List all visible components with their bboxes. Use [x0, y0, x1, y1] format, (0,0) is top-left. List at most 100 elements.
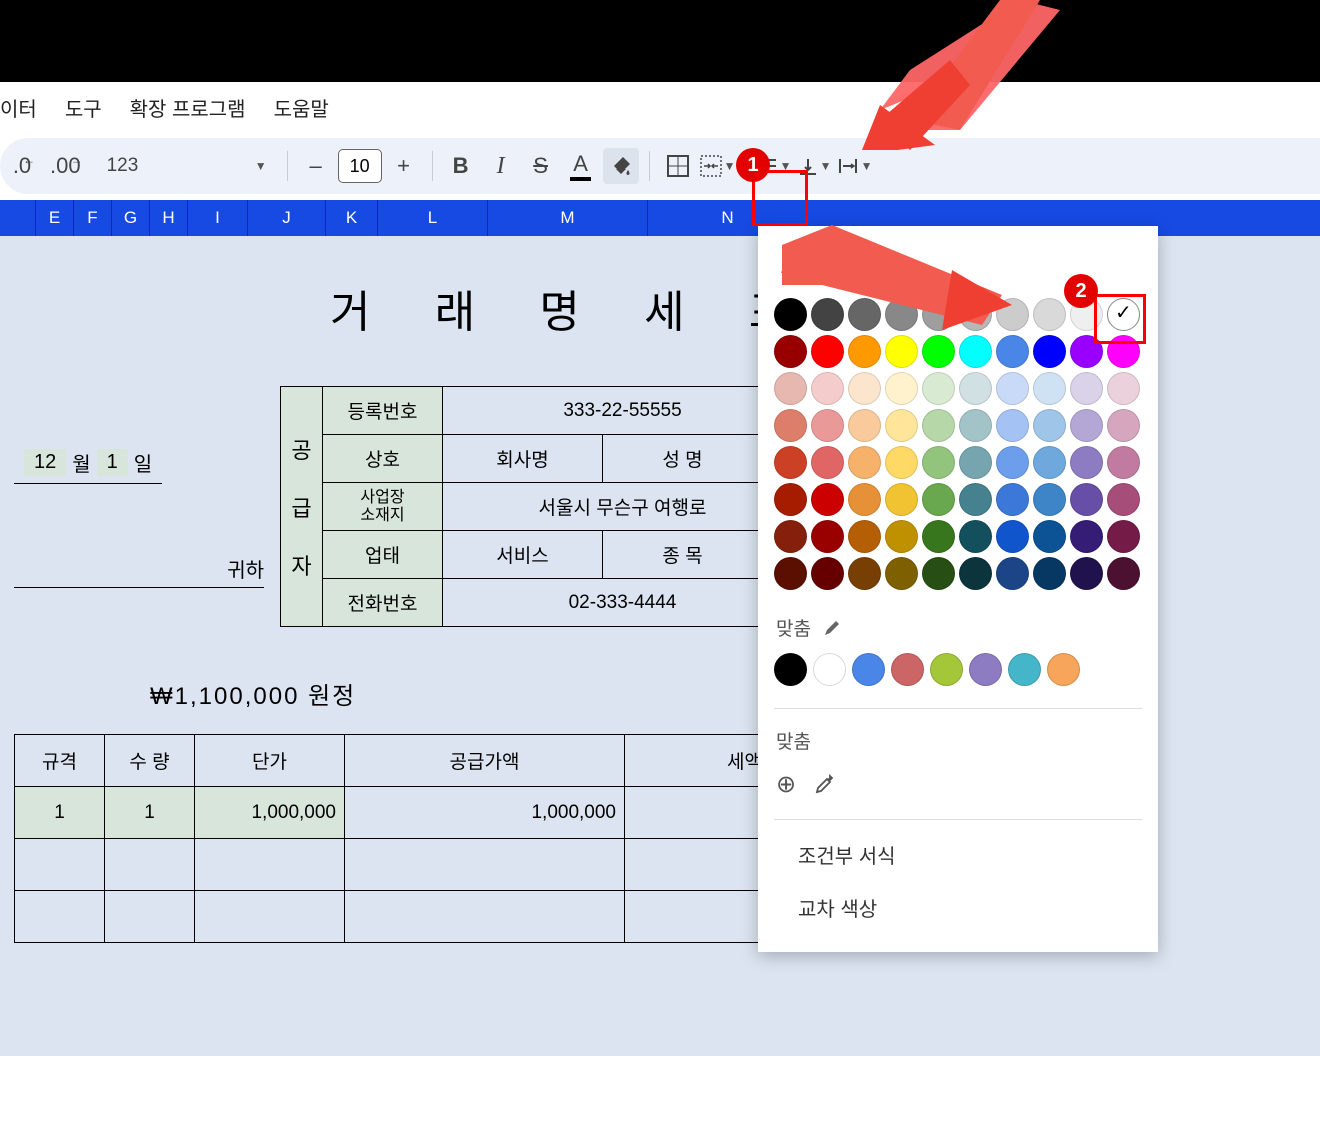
color-swatch[interactable] [996, 446, 1029, 479]
color-swatch[interactable] [848, 557, 881, 590]
color-swatch[interactable] [1107, 557, 1140, 590]
color-swatch[interactable] [1070, 557, 1103, 590]
color-swatch[interactable] [1070, 446, 1103, 479]
color-swatch[interactable] [996, 483, 1029, 516]
color-swatch[interactable] [996, 335, 1029, 368]
fontsize-increase-button[interactable]: + [386, 148, 422, 184]
color-swatch[interactable] [848, 409, 881, 442]
custom-color-swatch[interactable] [930, 653, 963, 686]
add-color-button[interactable]: ⊕ [776, 770, 796, 799]
value-biztype[interactable]: 서비스 [443, 531, 603, 579]
color-swatch[interactable] [1107, 520, 1140, 553]
pencil-icon[interactable] [823, 619, 841, 637]
color-swatch[interactable] [922, 557, 955, 590]
bold-button[interactable]: B [443, 148, 479, 184]
color-swatch[interactable] [959, 483, 992, 516]
color-swatch[interactable] [1070, 483, 1103, 516]
color-swatch[interactable] [885, 372, 918, 405]
color-swatch[interactable] [922, 372, 955, 405]
col-blank[interactable] [0, 200, 36, 236]
value-company[interactable]: 회사명 [443, 435, 603, 483]
col-F[interactable]: F [74, 200, 112, 236]
decimal-increase-button[interactable]: .0← [10, 148, 46, 184]
color-swatch[interactable] [811, 520, 844, 553]
color-swatch[interactable] [885, 409, 918, 442]
value-regno[interactable]: 333-22-55555 [443, 387, 803, 435]
eyedropper-icon[interactable] [812, 774, 834, 796]
col-I[interactable]: I [188, 200, 248, 236]
color-swatch[interactable] [1107, 372, 1140, 405]
th-price[interactable]: 단가 [195, 735, 345, 787]
decimal-decrease-button[interactable]: .00→ [50, 148, 93, 184]
color-swatch[interactable] [959, 446, 992, 479]
color-swatch[interactable] [774, 557, 807, 590]
color-swatch[interactable] [885, 520, 918, 553]
color-swatch[interactable] [774, 446, 807, 479]
color-swatch[interactable] [922, 483, 955, 516]
color-swatch[interactable] [1033, 409, 1066, 442]
table-row[interactable]: 1 1 1,000,000 1,000,000 [15, 787, 865, 839]
table-row[interactable] [15, 839, 865, 891]
th-qty[interactable]: 수 량 [105, 735, 195, 787]
color-swatch[interactable] [848, 372, 881, 405]
menu-data[interactable]: 이터 [0, 93, 37, 122]
date-month[interactable]: 12 [24, 449, 66, 476]
custom-color-swatch[interactable] [891, 653, 924, 686]
color-swatch[interactable] [922, 409, 955, 442]
italic-button[interactable]: I [483, 148, 519, 184]
merge-cells-button[interactable]: ▼ [700, 148, 736, 184]
color-swatch[interactable] [1107, 409, 1140, 442]
table-row[interactable] [15, 891, 865, 943]
menu-tools[interactable]: 도구 [65, 93, 102, 122]
col-E[interactable]: E [36, 200, 74, 236]
color-swatch[interactable] [885, 446, 918, 479]
color-swatch[interactable] [1033, 557, 1066, 590]
custom-color-swatch[interactable] [1047, 653, 1080, 686]
color-swatch[interactable] [1070, 409, 1103, 442]
color-swatch[interactable] [885, 335, 918, 368]
custom-color-swatch[interactable] [813, 653, 846, 686]
th-spec[interactable]: 규격 [15, 735, 105, 787]
color-swatch[interactable] [885, 557, 918, 590]
color-swatch[interactable] [959, 520, 992, 553]
color-swatch[interactable] [811, 446, 844, 479]
custom-color-swatch[interactable] [969, 653, 1002, 686]
color-swatch[interactable] [922, 446, 955, 479]
color-swatch[interactable] [1033, 483, 1066, 516]
value-tel[interactable]: 02-333-4444 [443, 579, 803, 627]
color-swatch[interactable] [885, 483, 918, 516]
color-swatch[interactable] [996, 372, 1029, 405]
col-J[interactable]: J [248, 200, 326, 236]
color-swatch[interactable] [1033, 335, 1066, 368]
strikethrough-button[interactable]: S [523, 148, 559, 184]
color-swatch[interactable] [1033, 520, 1066, 553]
color-swatch[interactable] [848, 520, 881, 553]
color-swatch[interactable] [996, 557, 1029, 590]
color-swatch[interactable] [996, 409, 1029, 442]
color-swatch[interactable] [959, 409, 992, 442]
color-swatch[interactable] [811, 483, 844, 516]
color-swatch[interactable] [774, 520, 807, 553]
col-L[interactable]: L [378, 200, 488, 236]
color-swatch[interactable] [1033, 372, 1066, 405]
color-swatch[interactable] [996, 520, 1029, 553]
conditional-format-link[interactable]: 조건부 서식 [774, 828, 1142, 881]
color-swatch[interactable] [774, 409, 807, 442]
custom-color-swatch[interactable] [774, 653, 807, 686]
col-M[interactable]: M [488, 200, 648, 236]
custom-color-swatch[interactable] [1008, 653, 1041, 686]
color-swatch[interactable] [959, 372, 992, 405]
color-swatch[interactable] [922, 520, 955, 553]
number-format-dropdown[interactable]: 123▼ [97, 148, 277, 184]
fontsize-decrease-button[interactable]: – [298, 148, 334, 184]
color-swatch[interactable] [774, 372, 807, 405]
text-wrap-button[interactable]: ▼ [837, 148, 873, 184]
color-swatch[interactable] [811, 557, 844, 590]
color-swatch[interactable] [774, 483, 807, 516]
color-swatch[interactable] [811, 335, 844, 368]
color-swatch[interactable] [1033, 298, 1066, 331]
color-swatch[interactable] [1107, 446, 1140, 479]
color-swatch[interactable] [959, 557, 992, 590]
menu-help[interactable]: 도움말 [274, 93, 329, 122]
color-swatch[interactable] [811, 372, 844, 405]
